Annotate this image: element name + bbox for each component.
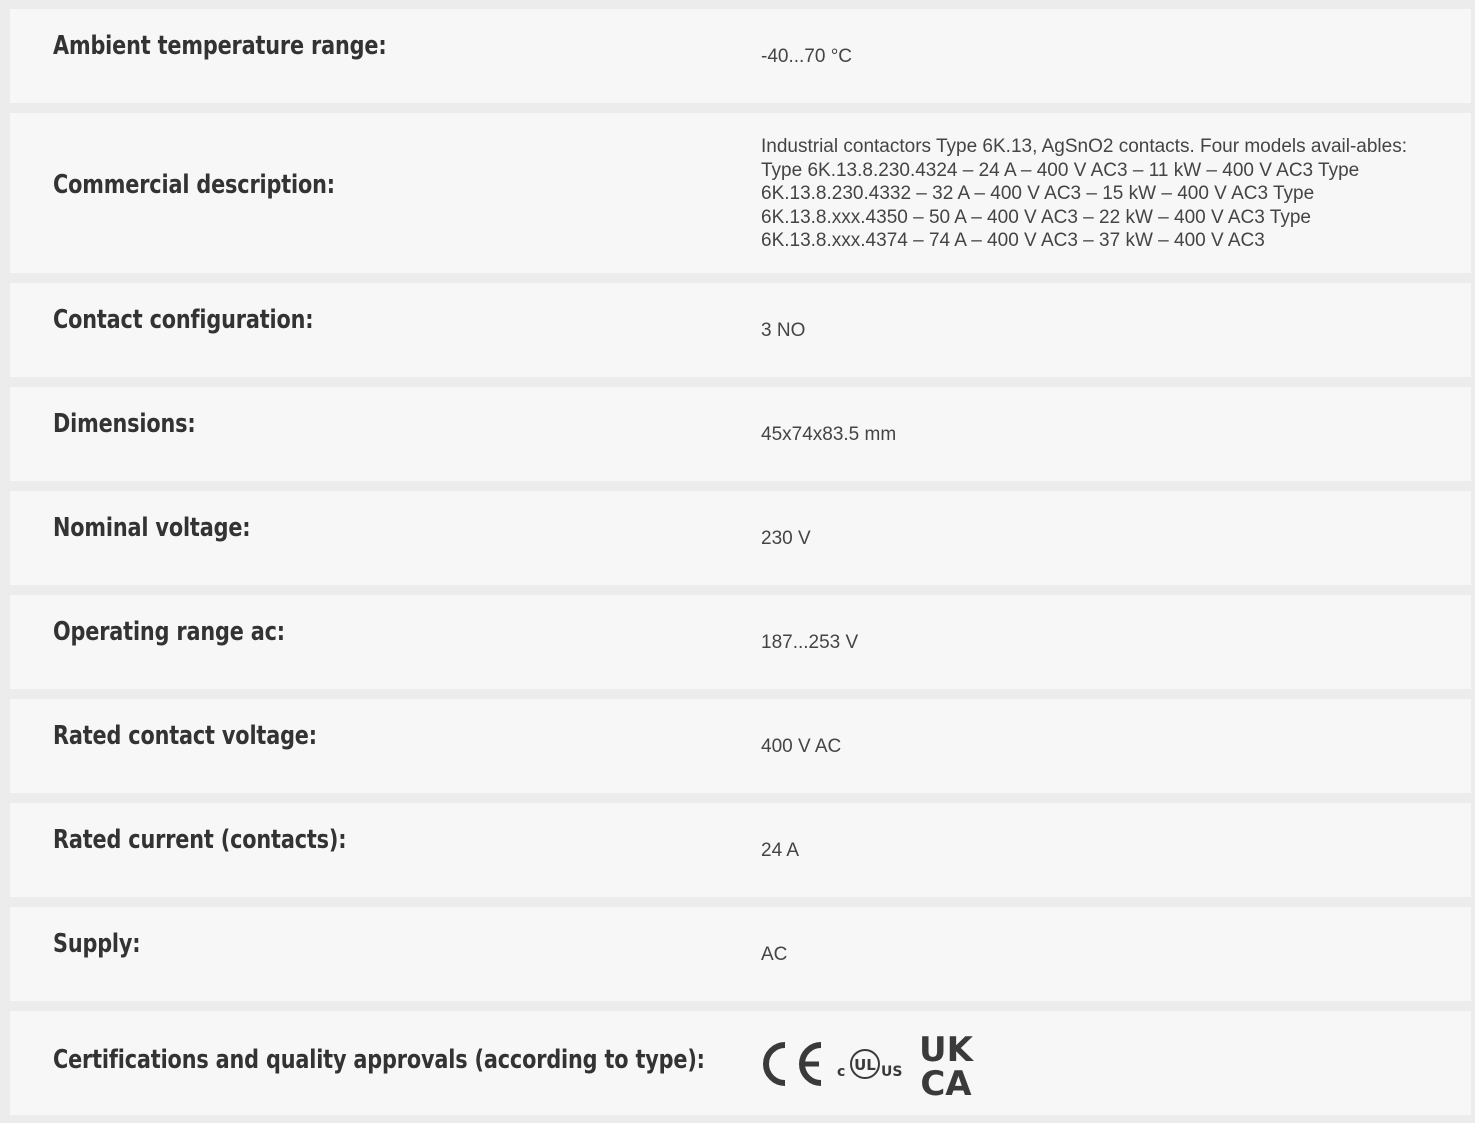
spec-value: AC	[761, 944, 788, 965]
spec-row-commercial-description: Commercial description: Industrial conta…	[10, 113, 1471, 273]
spec-row-rated-current: Rated current (contacts): 24 A	[10, 803, 1471, 897]
spec-label: Ambient temperature range:	[53, 31, 387, 61]
spec-label: Dimensions:	[53, 409, 196, 439]
spec-value: 24 A	[761, 840, 800, 861]
ul-c-text: c	[837, 1064, 845, 1080]
spec-row-rated-contact-voltage: Rated contact voltage: 400 V AC	[10, 699, 1471, 793]
ukca-bottom-text: CA	[920, 1064, 972, 1099]
spec-label: Rated contact voltage:	[53, 721, 317, 751]
spec-row-supply: Supply: AC	[10, 907, 1471, 1001]
ukca-icon: UK CA	[919, 1030, 975, 1099]
spec-label: Commercial description:	[53, 170, 335, 200]
certification-logos: c UL US UK CA	[761, 1029, 983, 1099]
spec-label: Certifications and quality approvals (ac…	[53, 1045, 705, 1075]
spec-row-certifications: Certifications and quality approvals (ac…	[10, 1011, 1471, 1115]
ul-mark-text: UL	[854, 1056, 876, 1074]
spec-value: 230 V	[761, 528, 811, 549]
spec-value: -40...70 °C	[761, 46, 853, 67]
specifications-table: Ambient temperature range: -40...70 °C C…	[10, 9, 1471, 1115]
spec-row-nominal-voltage: Nominal voltage: 230 V	[10, 491, 1471, 585]
spec-value: Industrial contactors Type 6K.13, AgSnO2…	[761, 136, 1407, 251]
spec-row-contact-configuration: Contact configuration: 3 NO	[10, 283, 1471, 377]
spec-label: Rated current (contacts):	[53, 825, 347, 855]
spec-label: Nominal voltage:	[53, 513, 251, 543]
spec-label: Supply:	[53, 929, 141, 959]
c-ul-us-icon: c UL US	[837, 1049, 902, 1080]
spec-label: Contact configuration:	[53, 305, 314, 335]
spec-row-dimensions: Dimensions: 45x74x83.5 mm	[10, 387, 1471, 481]
ce-mark-icon	[763, 1042, 822, 1086]
spec-value: 400 V AC	[761, 736, 842, 757]
spec-label: Operating range ac:	[53, 617, 285, 647]
ul-us-text: US	[881, 1064, 902, 1080]
spec-row-operating-range: Operating range ac: 187...253 V	[10, 595, 1471, 689]
spec-value: 3 NO	[761, 320, 806, 341]
spec-value: 45x74x83.5 mm	[761, 424, 897, 445]
spec-value: 187...253 V	[761, 632, 859, 653]
spec-row-ambient-temperature: Ambient temperature range: -40...70 °C	[10, 9, 1471, 103]
